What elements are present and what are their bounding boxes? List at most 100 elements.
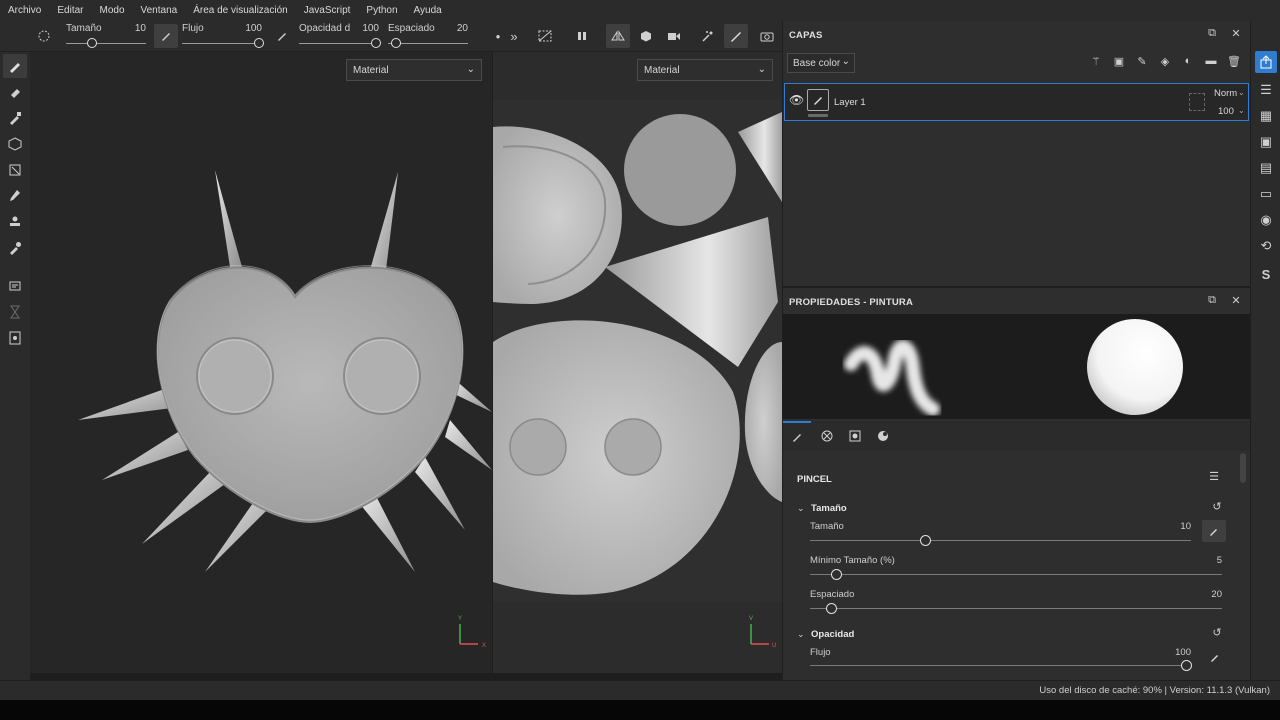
clone-stamp-icon[interactable]: [3, 210, 27, 234]
flow-pressure-icon[interactable]: [1208, 650, 1222, 664]
min-size-value[interactable]: 5: [1182, 555, 1222, 566]
tab-brush-icon[interactable]: [783, 421, 811, 451]
menu-python[interactable]: Python: [366, 5, 397, 16]
pen-pressure-icon[interactable]: [154, 24, 178, 48]
undock-icon[interactable]: ⧉: [1204, 27, 1220, 43]
history-icon[interactable]: ⟲: [1255, 235, 1277, 257]
spacing-label: Espaciado: [388, 23, 435, 34]
effects-icon[interactable]: [696, 24, 720, 48]
reset-icon[interactable]: ↺: [1209, 626, 1225, 642]
opacity-slider-track[interactable]: [299, 43, 379, 44]
left-toolbar: [0, 52, 30, 680]
layer-name[interactable]: Layer 1: [834, 97, 866, 108]
menu-ayuda[interactable]: Ayuda: [414, 5, 442, 16]
hide-icon[interactable]: [533, 24, 557, 48]
geometry-fill-icon[interactable]: [3, 132, 27, 156]
eye-visibility-icon[interactable]: 👁: [789, 93, 804, 107]
reset-icon[interactable]: ↺: [1209, 500, 1225, 516]
spacing-value[interactable]: 20: [1182, 589, 1222, 600]
add-fill-layer-icon[interactable]: ◈: [1157, 55, 1173, 71]
menu-modo[interactable]: Modo: [99, 5, 124, 16]
shader-settings-icon[interactable]: ▤: [1255, 157, 1277, 179]
spacing-slider-knob[interactable]: [391, 38, 401, 48]
smudge-tool-icon[interactable]: [3, 184, 27, 208]
export-preview-icon[interactable]: [3, 326, 27, 350]
polygon-fill-icon[interactable]: [3, 158, 27, 182]
brush-shape-icon[interactable]: [32, 24, 56, 48]
spacing-label: Espaciado: [810, 589, 855, 600]
flow-value[interactable]: 100: [232, 23, 262, 34]
flow-slider-track[interactable]: [810, 665, 1191, 666]
flow-slider-knob[interactable]: [254, 38, 264, 48]
spacing-slider-track[interactable]: [810, 608, 1222, 609]
menu-archivo[interactable]: Archivo: [8, 5, 41, 16]
bake-tool-icon[interactable]: [3, 274, 27, 298]
screenshot-camera-icon[interactable]: [755, 24, 779, 48]
viewport-2d[interactable]: Material ⌄ V U: [493, 52, 782, 673]
size-slider-knob[interactable]: [920, 535, 931, 546]
close-icon[interactable]: ✕: [1228, 294, 1244, 310]
menu-list-icon[interactable]: ☰: [1206, 470, 1222, 486]
min-size-slider-knob[interactable]: [831, 569, 842, 580]
menu-javascript[interactable]: JavaScript: [304, 5, 351, 16]
layers-dock-icon[interactable]: ☰: [1255, 79, 1277, 101]
menu-editar[interactable]: Editar: [57, 5, 83, 16]
add-effect-icon[interactable]: ⚚: [1088, 55, 1104, 71]
blend-mode-select[interactable]: Norm: [1214, 88, 1237, 99]
brush-tool-icon[interactable]: [3, 54, 27, 78]
menu-area-visualizacion[interactable]: Área de visualización: [193, 5, 288, 16]
size-slider-track[interactable]: [810, 540, 1191, 541]
add-smart-material-icon[interactable]: ◐: [1180, 55, 1196, 71]
layer-opacity-value[interactable]: 100: [1218, 106, 1234, 117]
size-slider-knob[interactable]: [87, 38, 97, 48]
size-pressure-icon[interactable]: [1202, 520, 1226, 542]
texture-set-icon[interactable]: ▦: [1255, 105, 1277, 127]
add-mask-icon[interactable]: ▣: [1111, 55, 1127, 71]
add-paint-layer-icon[interactable]: ✎: [1134, 55, 1150, 71]
right-dock: ☰ ▦ ▣ ▤ ▭ ◉ ⟲ S: [1251, 21, 1280, 680]
delete-icon[interactable]: 🗑: [1226, 55, 1242, 71]
global-settings-icon[interactable]: ◉: [1255, 209, 1277, 231]
eraser-tool-icon[interactable]: [3, 80, 27, 104]
layer-row[interactable]: 👁 Layer 1 Norm ⌄ 100 ⌄: [784, 83, 1249, 121]
projection-tool-icon[interactable]: [3, 106, 27, 130]
size-value[interactable]: 10: [120, 23, 146, 34]
expand-toolbar-icon[interactable]: »: [502, 24, 526, 48]
chevron-down-icon[interactable]: ⌄: [797, 503, 805, 514]
spacing-slider-knob[interactable]: [826, 603, 837, 614]
symmetry-icon[interactable]: [606, 24, 630, 48]
close-icon[interactable]: ✕: [1228, 27, 1244, 43]
tab-material-icon[interactable]: [869, 421, 897, 451]
flow-slider-track[interactable]: [182, 43, 262, 44]
undock-icon[interactable]: ⧉: [1204, 294, 1220, 310]
cube-icon[interactable]: [634, 24, 658, 48]
menu-ventana[interactable]: Ventana: [141, 5, 178, 16]
flow-pressure-icon[interactable]: [270, 24, 294, 48]
spacing-value[interactable]: 20: [438, 23, 468, 34]
camera-video-icon[interactable]: [662, 24, 686, 48]
size-value[interactable]: 10: [1151, 521, 1191, 532]
chevron-down-icon[interactable]: ⌄: [797, 629, 805, 640]
opacity-slider-knob[interactable]: [371, 38, 381, 48]
substance-icon[interactable]: S: [1255, 263, 1277, 285]
flow-value[interactable]: 100: [1151, 647, 1191, 658]
add-folder-icon[interactable]: ▬: [1203, 55, 1219, 71]
min-size-slider-track[interactable]: [810, 574, 1222, 575]
display-settings-icon[interactable]: ▣: [1255, 131, 1277, 153]
properties-tabs: [783, 421, 1250, 451]
paint-mode-icon[interactable]: [724, 24, 748, 48]
viewport-3d[interactable]: Material ⌄ Y X: [30, 52, 492, 673]
size-slider-track[interactable]: [66, 43, 146, 44]
export-icon[interactable]: [1255, 51, 1277, 73]
channel-select[interactable]: Base color ⌄: [787, 53, 855, 73]
tab-alpha-icon[interactable]: [813, 421, 841, 451]
flow-slider-knob[interactable]: [1181, 660, 1192, 671]
color-picker-icon[interactable]: [3, 236, 27, 260]
chevron-down-icon: ⌄: [841, 56, 850, 67]
texture-list-icon[interactable]: ▭: [1255, 183, 1277, 205]
tab-stencil-icon[interactable]: [841, 421, 869, 451]
opacity-group-title: Opacidad: [811, 629, 855, 640]
pause-icon[interactable]: [570, 24, 594, 48]
opacity-value[interactable]: 100: [349, 23, 379, 34]
properties-scrollbar[interactable]: [1240, 453, 1246, 483]
